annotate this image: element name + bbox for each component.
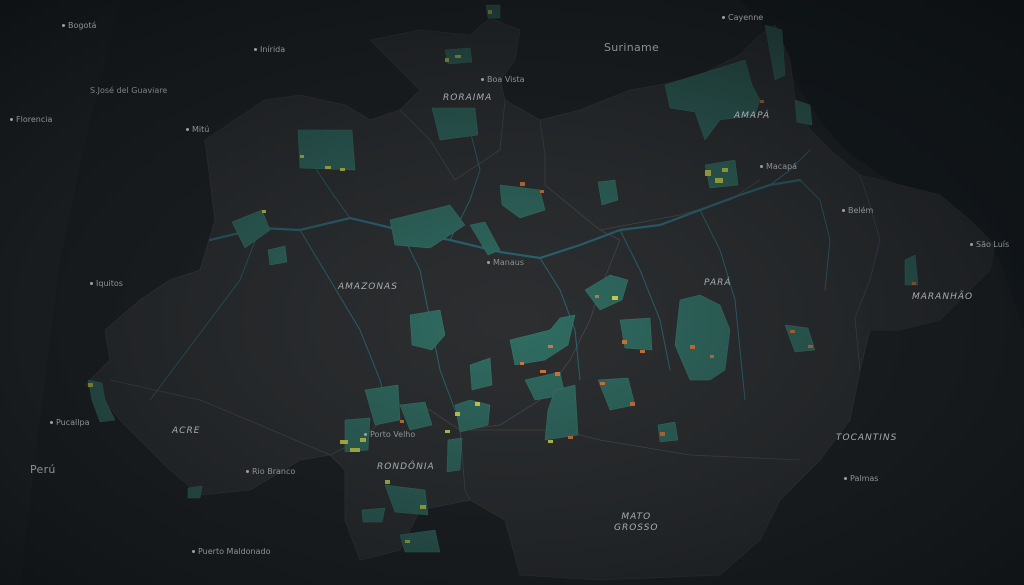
map-vignette bbox=[0, 0, 1024, 585]
map-view[interactable]: RORAIMA AMAPÁ AMAZONAS PARÁ MARANHÃO ACR… bbox=[0, 0, 1024, 585]
map-canvas[interactable] bbox=[0, 0, 1024, 585]
